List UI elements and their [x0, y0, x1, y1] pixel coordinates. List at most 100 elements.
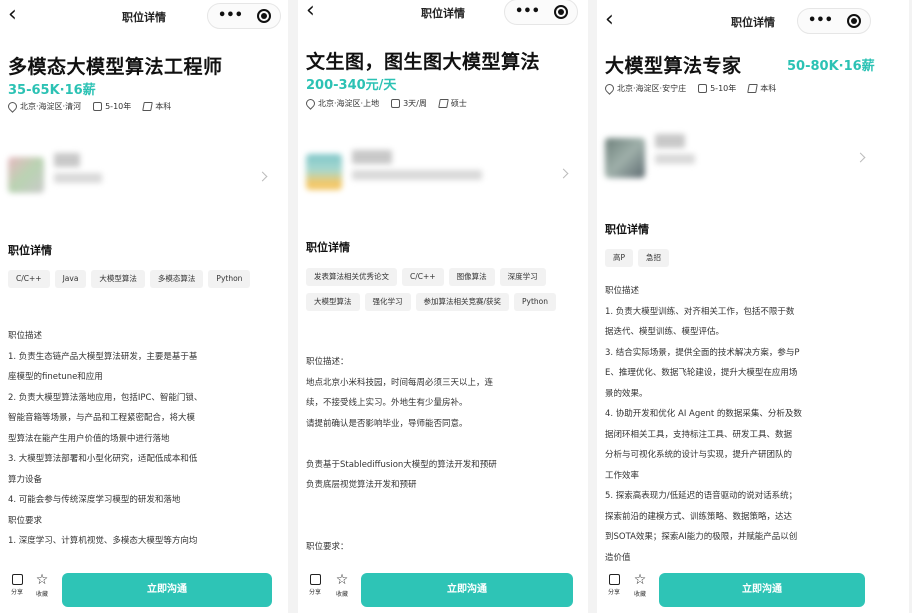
share-action[interactable]: 分享 — [304, 574, 326, 596]
close-circle-icon[interactable] — [554, 5, 568, 19]
location-icon — [6, 100, 19, 113]
description-line: 造价值 — [605, 552, 631, 563]
nav-bar: ‹ 职位详情 ••• — [597, 5, 909, 39]
job-description: 职位描述： 地点北京小米科技园，时间每周必须三天以上，连 续，不接受线上实习。外地生… — [306, 352, 497, 557]
job-description: 职位描述 1. 负责生态链产品大模型算法研发，主要是基于基 座模型的finetune… — [8, 326, 202, 552]
skill-tag: Java — [54, 270, 87, 288]
avatar — [605, 138, 645, 178]
favorite-action[interactable]: ☆ 收藏 — [31, 572, 53, 598]
favorite-action[interactable]: ☆ 收藏 — [331, 573, 353, 598]
description-line: 座模型的finetune和应用 — [8, 372, 103, 382]
description-line: 续，不接受线上实习。外地生有少量房补。 — [306, 398, 468, 408]
job-meta: 北京·海淀区·安宁庄 5-10年 本科 — [603, 82, 788, 95]
description-line: 探索前沿的建模方式、训练策略、数据策略，达达 — [605, 511, 793, 522]
graduation-cap-icon — [142, 102, 154, 111]
description-line: 请提前确认是否影响毕业，导师能否同意。 — [306, 418, 468, 429]
more-icon[interactable]: ••• — [515, 4, 540, 19]
recruiter-card[interactable] — [0, 143, 288, 209]
description-line: 负责基于Stablediffusion大模型的算法开发和预研 — [306, 459, 497, 470]
skill-tag: Python — [514, 293, 557, 311]
skill-tag: C/C++ — [402, 268, 444, 286]
description-line: 分析与可视化系统的设计与实现，提升产研团队的 — [605, 450, 793, 460]
recruiter-card[interactable] — [597, 124, 909, 190]
avatar — [8, 157, 44, 193]
skill-tag: 多模态算法 — [149, 270, 204, 288]
salary: 35-65K·16薪 — [8, 83, 96, 98]
briefcase-icon — [93, 102, 103, 111]
job-description: 职位描述 1. 负责大模型训练、对齐相关工作，包括不限于数 据迭代、模型训练、模型评… — [605, 281, 802, 568]
bottom-bar: 分享 ☆ 收藏 立即沟通 — [597, 571, 909, 613]
skill-tag: 大模型算法 — [306, 293, 360, 311]
description-line: 景的效果。 — [605, 388, 648, 399]
description-line — [306, 496, 497, 517]
star-icon: ☆ — [35, 572, 49, 588]
description-line: 职位要求 — [8, 515, 43, 526]
skill-tag: 发表算法相关优秀论文 — [306, 268, 397, 286]
chevron-right-icon — [855, 152, 866, 163]
share-icon — [608, 574, 620, 585]
share-action[interactable]: 分享 — [6, 574, 28, 596]
section-title: 职位详情 — [306, 241, 350, 254]
job-title: 大模型算法专家 — [605, 55, 742, 77]
graduation-cap-icon — [438, 99, 449, 108]
description-line: 据闭环相关工具，支持标注工具、研发工具、数据 — [605, 429, 793, 440]
description-line: 1. 负责生态链产品大模型算法研发，主要是基于基 — [8, 351, 198, 362]
description-line: 2. 负责大模型算法落地应用，包括IPC、智能门锁、 — [8, 392, 203, 403]
skill-tag: 深度学习 — [499, 268, 546, 286]
job-meta: 北京·海淀区·清河 5-10年 本科 — [6, 100, 183, 113]
salary: 50-80K·16薪 — [787, 59, 875, 74]
recruiter-title-blurred — [352, 170, 482, 180]
section-title: 职位详情 — [605, 223, 649, 236]
more-icon[interactable]: ••• — [218, 8, 243, 23]
recruiter-card[interactable] — [298, 140, 588, 206]
skill-tags: C/C++ Java 大模型算法 多模态算法 Python — [8, 270, 284, 295]
bottom-bar: 分享 ☆ 收藏 立即沟通 — [0, 571, 288, 613]
description-line — [306, 516, 497, 537]
share-action[interactable]: 分享 — [603, 574, 625, 596]
chat-now-button[interactable]: 立即沟通 — [659, 573, 865, 607]
description-line: 智能音箱等场景，与产品和工程紧密配合，将大模 — [8, 413, 196, 423]
description-line: 地点北京小米科技园，时间每周必须三天以上，连 — [306, 377, 494, 388]
nav-bar: ‹ 职位详情 ••• — [298, 0, 588, 30]
skill-tag: Python — [208, 270, 251, 288]
more-icon[interactable]: ••• — [808, 13, 833, 28]
chat-now-button[interactable]: 立即沟通 — [62, 573, 272, 607]
description-line: 1. 负责大模型训练、对齐相关工作，包括不限于数 — [605, 306, 795, 317]
close-circle-icon[interactable] — [257, 9, 271, 23]
mini-program-capsule: ••• — [797, 8, 871, 34]
education: 本科 — [155, 102, 172, 111]
chevron-right-icon — [558, 168, 569, 179]
experience: 3天/周 — [403, 99, 427, 108]
skill-tags: 高P 急招 — [605, 249, 885, 274]
skill-tag: 图像算法 — [448, 268, 495, 286]
description-line: 算力设备 — [8, 474, 43, 485]
description-line: 5. 探索高表现力/低延迟的语音驱动的说对话系统； — [605, 491, 798, 501]
recruiter-name-blurred — [54, 153, 80, 167]
recruiter-name-blurred — [655, 134, 685, 148]
description-line: 职位要求： — [306, 541, 349, 552]
chat-now-button[interactable]: 立即沟通 — [361, 573, 573, 607]
experience: 5-10年 — [105, 102, 132, 111]
location: 北京·海淀区·上地 — [318, 99, 380, 108]
job-detail-panel-3: ‹ 职位详情 ••• 大模型算法专家 50-80K·16薪 北京·海淀区·安宁庄… — [597, 0, 909, 613]
share-icon — [309, 574, 321, 585]
share-icon — [11, 574, 23, 585]
skill-tag: 高P — [605, 249, 634, 267]
description-line: 型算法在能产生用户价值的场景中进行落地 — [8, 433, 170, 444]
skill-tag: 急招 — [638, 249, 670, 267]
education: 本科 — [760, 84, 777, 93]
skill-tag: 大模型算法 — [91, 270, 145, 288]
experience: 5-10年 — [710, 84, 737, 93]
close-circle-icon[interactable] — [847, 14, 861, 28]
job-detail-panel-1: ‹ 职位详情 ••• 多模态大模型算法工程师 35-65K·16薪 北京·海淀区… — [0, 0, 288, 613]
description-line: E、推理优化、数据飞轮建设，提升大模型在应用场 — [605, 368, 798, 378]
mini-program-capsule: ••• — [504, 0, 578, 25]
job-title: 多模态大模型算法工程师 — [8, 56, 223, 78]
mini-program-capsule: ••• — [207, 3, 281, 29]
section-title: 职位详情 — [8, 244, 52, 257]
description-line: 到SOTA效果；探索AI能力的极限，并赋能产品以创 — [605, 532, 798, 542]
briefcase-icon — [391, 99, 401, 108]
description-line: 据迭代、模型训练、模型评估。 — [605, 327, 725, 337]
favorite-action[interactable]: ☆ 收藏 — [629, 573, 651, 598]
description-line: 职位描述： — [306, 357, 349, 367]
